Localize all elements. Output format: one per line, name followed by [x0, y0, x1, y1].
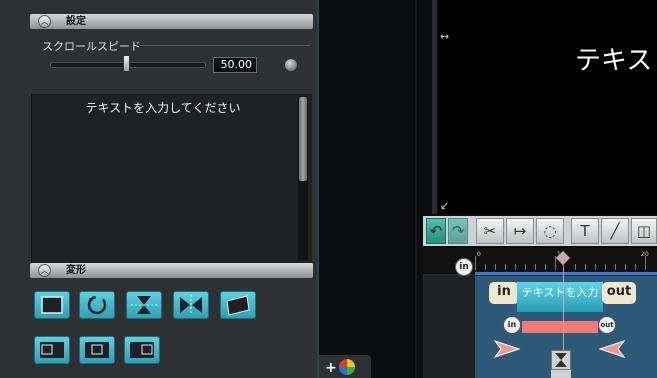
ruler-tick: [645, 256, 646, 270]
fit-frame-icon: [41, 296, 63, 314]
transform-section-title: 変形: [66, 265, 86, 276]
lasso-icon: ◌: [543, 222, 557, 240]
ruler-tick: [615, 264, 616, 270]
settings-panel: ︿ 設定 スクロールスピード 50.00 テキストを入力してください ︿ 変形: [0, 0, 317, 378]
trim-icon: ↦: [513, 222, 527, 240]
ruler-tick: [605, 264, 606, 270]
ruler-tick: [625, 264, 626, 270]
color-wheel-icon: +: [325, 359, 355, 376]
lasso-button[interactable]: ◌: [536, 218, 564, 244]
flip-vertical-icon: [131, 296, 157, 314]
transition-right-icon[interactable]: [598, 337, 626, 361]
in-point-marker[interactable]: in: [455, 258, 473, 276]
draw-button[interactable]: ╱: [601, 218, 629, 244]
trim-button[interactable]: ↦: [506, 218, 534, 244]
clip-in-handle[interactable]: in: [489, 282, 519, 304]
undo-button[interactable]: ↶: [426, 218, 446, 244]
ruler-tick: [485, 264, 486, 270]
text-tool-icon: T: [580, 222, 590, 240]
undo-icon: ↶: [429, 222, 443, 240]
transform-section-header[interactable]: ︿ 変形: [30, 263, 313, 278]
expand-down-handle[interactable]: [551, 370, 571, 378]
ruler-tick: [595, 264, 596, 270]
ruler-tick: [515, 264, 516, 270]
collapse-icon[interactable]: ︿: [38, 15, 51, 28]
fit-frame-button[interactable]: [34, 291, 70, 319]
align-left-icon: [40, 342, 64, 358]
hourglass-icon: [555, 353, 567, 367]
track-header: [423, 276, 475, 378]
ruler-tick: [475, 256, 476, 270]
align-center-icon: [85, 342, 109, 358]
ruler-tick: [635, 264, 636, 270]
skew-icon: [226, 295, 250, 316]
split-icon: ✂: [483, 222, 497, 240]
scroll-speed-value-field[interactable]: 50.00: [213, 57, 257, 73]
transition-left-icon[interactable]: [493, 337, 521, 361]
align-left-button[interactable]: [34, 336, 70, 364]
video-preview[interactable]: [437, 0, 657, 214]
ruler-tick: [505, 264, 506, 270]
flip-vertical-button[interactable]: [126, 291, 162, 319]
subclip-in-handle[interactable]: in: [503, 316, 521, 334]
rotate-icon: [87, 295, 107, 315]
ruler-tick: [575, 264, 576, 270]
add-color-button[interactable]: +: [319, 355, 371, 378]
expand-horizontal-icon[interactable]: ↔: [440, 30, 449, 43]
split-button[interactable]: ✂: [476, 218, 504, 244]
snapshot-button[interactable]: ◫: [631, 218, 657, 244]
snapshot-icon: ◫: [636, 222, 652, 240]
clip-out-handle[interactable]: out: [602, 282, 636, 304]
align-right-icon: [130, 342, 154, 358]
text-area-scroll-thumb[interactable]: [299, 97, 307, 181]
subclip-out-handle[interactable]: out: [598, 316, 616, 334]
flip-horizontal-button[interactable]: [173, 291, 209, 319]
settings-section-header[interactable]: ︿ 設定: [30, 14, 313, 29]
edit-toolbar: ↶ ↷ ✂ ↦ ◌ T ╱ ◫: [423, 216, 657, 246]
skew-button[interactable]: [220, 291, 256, 319]
reset-knob-icon[interactable]: [284, 58, 298, 72]
panel-divider[interactable]: [317, 0, 319, 378]
text-input-area[interactable]: テキストを入力してください: [31, 94, 312, 263]
redo-button[interactable]: ↷: [448, 218, 468, 244]
ruler-tick: [545, 264, 546, 270]
preview-caption-text: テキス: [575, 46, 653, 76]
align-center-button[interactable]: [79, 336, 115, 364]
subclip-bar[interactable]: [522, 321, 598, 333]
timeline-range-bar: [475, 272, 657, 275]
ruler-label: 0: [477, 251, 481, 258]
align-right-button[interactable]: [124, 336, 160, 364]
collapse-icon[interactable]: ︿: [38, 264, 51, 277]
ruler-tick: [535, 264, 536, 270]
duration-button[interactable]: [551, 350, 571, 370]
ruler-tick: [585, 264, 586, 270]
ruler-tick: [495, 264, 496, 270]
settings-section-title: 設定: [66, 16, 86, 27]
svg-text:+: +: [325, 360, 337, 376]
text-clip[interactable]: テキストを入力: [517, 282, 603, 312]
splitter[interactable]: [415, 0, 417, 378]
scroll-speed-slider-thumb[interactable]: [123, 55, 130, 72]
flip-horizontal-icon: [180, 295, 202, 315]
group-divider: [140, 45, 310, 46]
expand-diagonal-icon[interactable]: ↙: [440, 199, 449, 212]
ruler-tick: [525, 264, 526, 270]
text-input-placeholder: テキストを入力してください: [85, 101, 241, 115]
draw-icon: ╱: [610, 222, 620, 240]
redo-icon: ↷: [451, 222, 465, 240]
ruler-label: 20: [641, 251, 649, 258]
scroll-speed-label: スクロールスピード: [42, 40, 141, 53]
text-tool-button[interactable]: T: [571, 218, 599, 244]
rotate-button[interactable]: [79, 291, 115, 319]
